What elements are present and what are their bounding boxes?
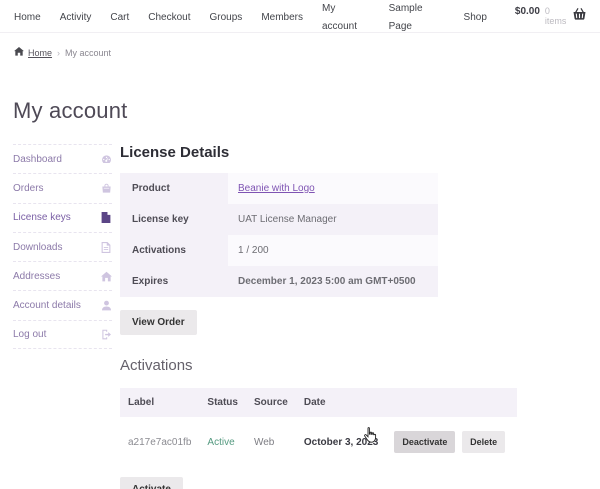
gauge-icon: [100, 153, 112, 165]
breadcrumb-separator: ›: [57, 48, 60, 58]
deactivate-button[interactable]: Deactivate: [394, 431, 455, 453]
basket-icon: [573, 7, 586, 25]
breadcrumb-home-link[interactable]: Home: [14, 47, 52, 58]
nav-item-activity[interactable]: Activity: [60, 12, 92, 23]
primary-nav: Home Activity Cart Checkout Groups Membe…: [14, 0, 487, 34]
column-date: Date: [296, 388, 386, 417]
activation-date: October 3, 2023: [296, 417, 386, 467]
nav-item-groups[interactable]: Groups: [210, 12, 243, 23]
nav-item-my-account[interactable]: My account: [322, 3, 357, 32]
cart-total-link[interactable]: $0.00 0 items: [515, 6, 573, 26]
breadcrumb: Home › My account: [0, 33, 600, 64]
activations-heading: Activations: [120, 357, 438, 374]
license-row-key: License key UAT License Manager: [120, 204, 438, 235]
activation-status: Active: [199, 417, 246, 467]
sidebar-item-log-out[interactable]: Log out: [13, 320, 112, 349]
license-label-key: License key: [120, 204, 228, 235]
activation-label: a217e7ac01fb: [120, 417, 199, 467]
nav-item-cart[interactable]: Cart: [110, 12, 129, 23]
activation-source: Web: [246, 417, 296, 467]
license-row-expires: Expires December 1, 2023 5:00 am GMT+050…: [120, 266, 438, 297]
column-label: Label: [120, 388, 199, 417]
site-header: Home Activity Cart Checkout Groups Membe…: [0, 0, 600, 33]
column-actions: [386, 388, 517, 417]
view-order-button[interactable]: View Order: [120, 310, 197, 335]
cart-total: $0.00: [515, 6, 540, 17]
sidebar-item-dashboard[interactable]: Dashboard: [13, 144, 112, 173]
breadcrumb-current: My account: [65, 48, 111, 58]
sidebar-item-account-details[interactable]: Account details: [13, 290, 112, 319]
sidebar-item-downloads[interactable]: Downloads: [13, 232, 112, 261]
sidebar-item-license-keys[interactable]: License keys: [13, 203, 112, 232]
activation-row: a217e7ac01fb Active Web October 3, 2023 …: [120, 417, 517, 467]
nav-item-sample-page[interactable]: Sample Page: [389, 3, 423, 32]
nav-item-shop[interactable]: Shop: [464, 12, 487, 23]
license-value-expires: December 1, 2023 5:00 am GMT+0500: [228, 266, 438, 297]
activations-table: Label Status Source Date a217e7ac01fb Ac…: [120, 388, 517, 467]
content-columns: Dashboard Orders License keys Downloads: [0, 124, 600, 489]
sidebar-item-addresses[interactable]: Addresses: [13, 261, 112, 290]
activations-header-row: Label Status Source Date: [120, 388, 517, 417]
license-value-key: UAT License Manager: [228, 204, 438, 235]
license-details-heading: License Details: [120, 144, 438, 161]
license-file-icon: [100, 212, 112, 224]
nav-item-members[interactable]: Members: [261, 12, 303, 23]
license-details-panel: License Details Product Beanie with Logo…: [120, 144, 438, 489]
shopping-bag-icon: [100, 182, 112, 194]
page-title: My account: [0, 64, 600, 124]
user-icon: [100, 300, 112, 312]
license-row-product: Product Beanie with Logo: [120, 173, 438, 204]
address-home-icon: [100, 270, 112, 282]
sidebar-item-orders[interactable]: Orders: [13, 173, 112, 202]
delete-button[interactable]: Delete: [462, 431, 505, 453]
license-label-activations: Activations: [120, 235, 228, 266]
product-link[interactable]: Beanie with Logo: [238, 183, 315, 194]
nav-item-home[interactable]: Home: [14, 12, 41, 23]
cart-item-count: 0 items: [545, 6, 573, 26]
account-sidebar: Dashboard Orders License keys Downloads: [13, 144, 112, 489]
column-status: Status: [199, 388, 246, 417]
license-details-table: Product Beanie with Logo License key UAT…: [120, 173, 438, 297]
breadcrumb-home-label: Home: [28, 48, 52, 58]
nav-item-checkout[interactable]: Checkout: [148, 12, 190, 23]
license-row-activations: Activations 1 / 200: [120, 235, 438, 266]
basket-button[interactable]: [573, 7, 586, 25]
license-label-product: Product: [120, 173, 228, 204]
activate-button[interactable]: Activate: [120, 477, 183, 489]
home-icon: [14, 47, 24, 58]
download-file-icon: [100, 241, 112, 253]
column-source: Source: [246, 388, 296, 417]
license-value-activations: 1 / 200: [228, 235, 438, 266]
logout-icon: [100, 328, 112, 340]
license-label-expires: Expires: [120, 266, 228, 297]
